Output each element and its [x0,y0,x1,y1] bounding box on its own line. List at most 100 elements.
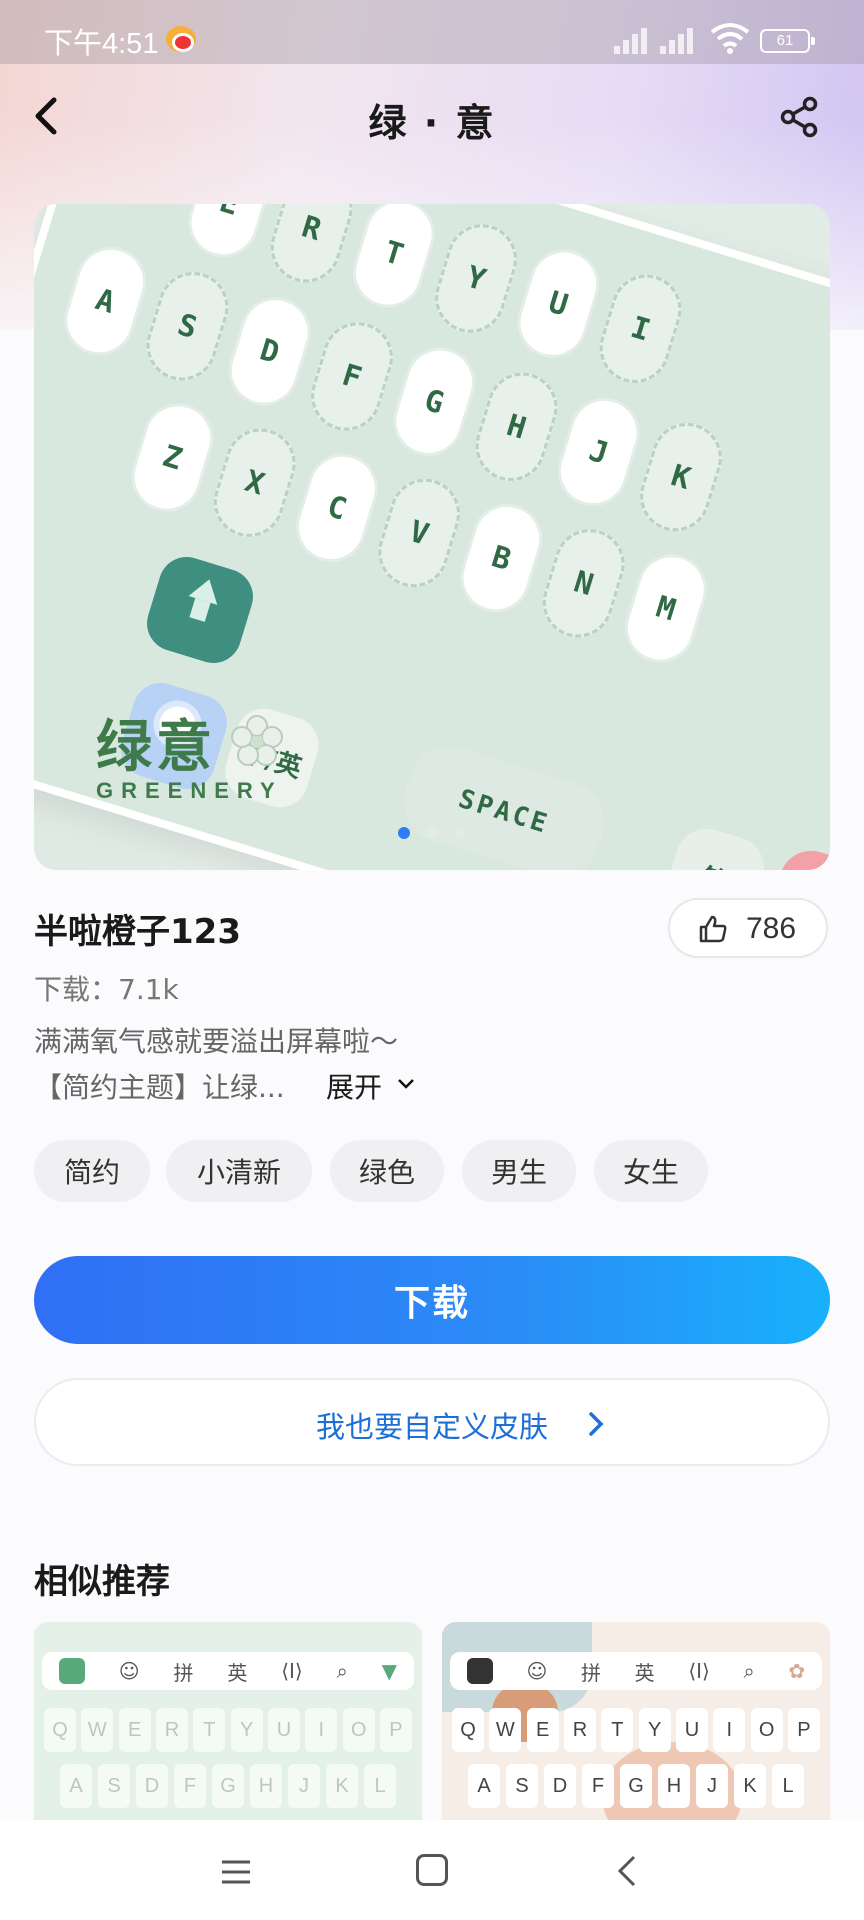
theme-logo-title: 绿意 [96,715,216,780]
emoji-icon: ☺ [118,1659,140,1683]
tag-chip[interactable]: 小清新 [166,1140,312,1202]
customize-skin-button[interactable]: 我也要自定义皮肤 [34,1378,830,1466]
tag-chip[interactable]: 简约 [34,1140,150,1202]
back-icon[interactable] [616,1854,638,1888]
menu-icon[interactable] [220,1858,252,1886]
home-icon[interactable] [416,1854,448,1886]
du-logo-icon [466,1658,493,1684]
keyboard-key: U [508,240,608,367]
mini-key: I [305,1708,338,1752]
flower-icon [231,715,283,766]
keyboard-key: F [302,313,402,440]
keyboard-key: N [534,520,634,647]
keyboard-key: I [590,265,691,392]
mini-key: O [342,1708,375,1752]
pinyin-label: 拼 [581,1660,601,1685]
tag-chip[interactable]: 绿色 [330,1140,444,1202]
mini-key: S [506,1764,538,1808]
keyboard-key: B [451,495,551,621]
flower-icon: ✿ [788,1659,806,1683]
keyboard-key: R [262,204,362,292]
keyboard-key: H [466,363,567,490]
du-logo-icon [58,1658,85,1684]
mini-key: H [250,1764,282,1808]
keyboard-key: V [369,470,469,596]
mini-key: R [155,1708,188,1752]
mini-key: J [288,1764,320,1808]
mini-key: T [193,1708,226,1752]
cursor-icon: ⟨I⟩ [281,1659,303,1683]
like-count: 786 [746,912,797,945]
weibo-notification-icon [166,26,196,52]
description-line-2: 【简约主题】让绿... [34,1071,285,1104]
mini-key: D [136,1764,168,1808]
key-row: QWERTYUIOP [42,1708,414,1752]
recommend-card[interactable]: ☺ 拼 英 ⟨I⟩ ⌕ ▼ QWERTYUIOP ASDFGHJKL [34,1622,422,1822]
status-time: 下午4:51 [44,28,159,60]
mini-key: K [734,1764,766,1808]
search-icon: ⌕ [743,1659,755,1683]
keyboard-key: E [179,204,279,266]
carousel-dot [454,827,466,839]
keyboard-key: K [631,414,731,540]
keyboard-toolbar-preview: ☺ 拼 英 ⟨I⟩ ⌕ ▼ [42,1652,414,1690]
mini-key: A [468,1764,500,1808]
cursor-icon: ⟨I⟩ [688,1659,710,1683]
tag-chip[interactable]: 男生 [462,1140,576,1202]
signal-icon-1 [614,28,652,54]
key-row: QWERTYUIOP [450,1708,822,1752]
mini-key: A [60,1764,92,1808]
mini-key: F [582,1764,614,1808]
author-name[interactable]: 半啦橙子123 [34,904,241,953]
battery-icon: 61 [760,29,815,53]
wifi-icon [710,23,750,54]
download-count: 下载：7.1k [34,973,179,1006]
carousel-indicator [34,824,830,843]
expand-button[interactable]: 展开 [326,1066,382,1106]
mini-key: Q [452,1708,484,1752]
recommend-card[interactable]: ☺ 拼 英 ⟨I⟩ ⌕ ✿ QWERTYUIOP ASDFGHJKL [442,1622,830,1822]
keyboard-toolbar-preview: ☺ 拼 英 ⟨I⟩ ⌕ ✿ [450,1652,822,1690]
keyboard-key: C [287,445,387,571]
download-button[interactable]: 下载 [34,1256,830,1344]
mini-key: Y [638,1708,671,1752]
keyboard-key: M [616,545,716,672]
similar-section-title: 相似推荐 [34,1562,170,1602]
keyboard-key: G [384,338,484,465]
search-icon: ⌕ [336,1659,348,1683]
key-row: ASDFGHJKL [450,1764,822,1808]
mini-key: E [526,1708,559,1752]
keyboard-key: S [137,263,238,390]
chevron-right-icon [589,1412,604,1436]
mini-key: L [364,1764,396,1808]
mini-key: O [750,1708,783,1752]
share-icon[interactable] [780,96,820,138]
keyboard-key: Y [426,215,526,342]
theme-logo-subtitle: GREENERY [96,778,283,803]
keyboard-key: T [344,204,444,317]
english-label: 英 [634,1660,655,1685]
mini-key: P [787,1708,820,1752]
carousel-dot [398,827,410,839]
english-label: 英 [227,1660,248,1685]
system-nav-bar [0,1820,864,1920]
mini-key: G [620,1764,652,1808]
keyboard-key: X [205,419,305,546]
tag-chip[interactable]: 女生 [594,1140,708,1202]
signal-icon-2 [660,28,698,54]
theme-preview-banner[interactable]: ERTYUI ASDFGHJK ZXCVBNM 中/英 SPACE 符 绿意 G… [34,204,830,870]
carousel-dot [426,827,438,839]
mini-key: G [212,1764,244,1808]
mini-key: R [563,1708,596,1752]
page-title: 绿 · 意 [368,101,496,145]
mini-key: U [267,1708,300,1752]
thumbs-up-icon [699,915,727,943]
customize-skin-label: 我也要自定义皮肤 [315,1410,548,1444]
like-button[interactable]: 786 [668,898,828,958]
mini-key: F [174,1764,206,1808]
mini-key: W [489,1708,522,1752]
mini-key: H [658,1764,690,1808]
pinyin-label: 拼 [173,1660,194,1685]
mini-key: K [326,1764,358,1808]
mini-key: E [118,1708,151,1752]
